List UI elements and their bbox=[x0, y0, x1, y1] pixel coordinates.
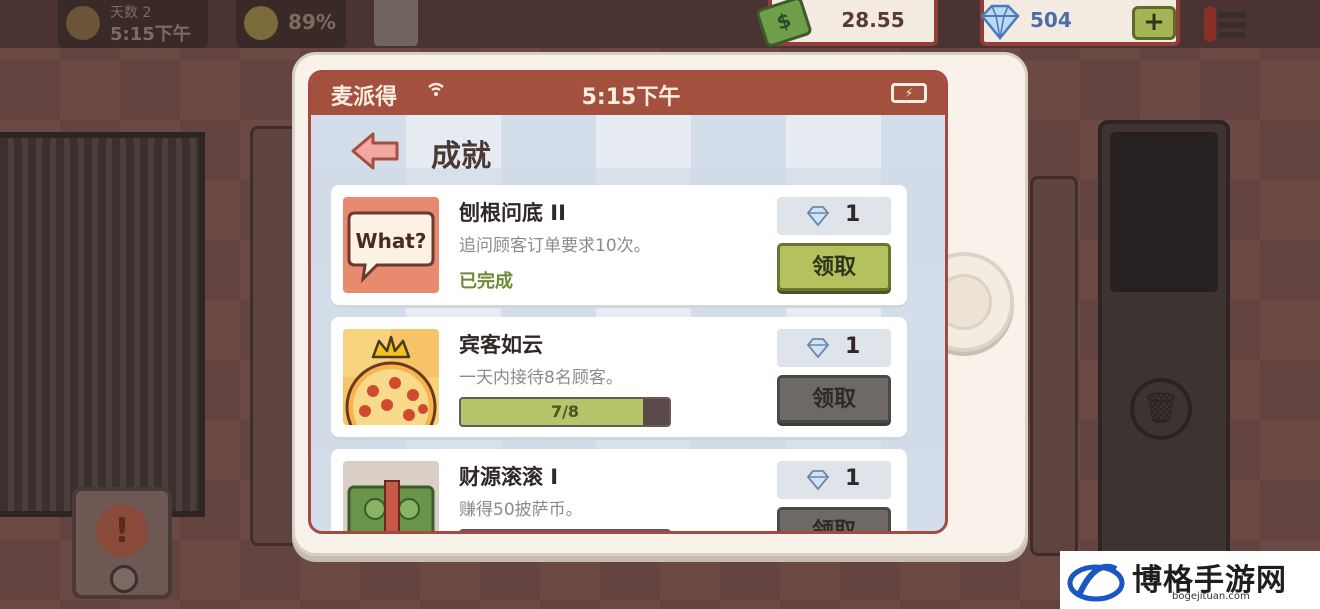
menu-icon-bar bbox=[1218, 32, 1246, 38]
achievement-progress-bar bbox=[459, 529, 671, 534]
mood-panel: 89% bbox=[236, 0, 346, 48]
oven-grill bbox=[0, 132, 205, 517]
achievement-image: What? bbox=[343, 197, 439, 293]
diamond-icon bbox=[806, 206, 830, 227]
achievement-description: 追问顾客订单要求10次。 bbox=[459, 236, 651, 256]
progress-text: 7/8 bbox=[550, 402, 580, 421]
reward-badge: 1 bbox=[777, 197, 891, 235]
back-arrow-icon bbox=[351, 132, 399, 170]
smiley-icon bbox=[244, 6, 278, 40]
day-time: 5:15下午 bbox=[110, 24, 191, 45]
claim-button[interactable]: 领取 bbox=[777, 243, 891, 291]
crowned-pizza-icon bbox=[343, 329, 439, 425]
achievement-completed-label: 已完成 bbox=[459, 271, 513, 292]
achievement-card: 财源滚滚 I 赚得50披萨币。 1 领取 bbox=[331, 449, 907, 534]
achievement-card: 宾客如云 一天内接待8名顾客。 7/8 1 领取 bbox=[331, 317, 907, 437]
money-value: 28.55 bbox=[841, 8, 905, 32]
what-text: What? bbox=[356, 229, 427, 253]
sun-icon bbox=[66, 6, 100, 40]
achievements-screen: 麦派得 5:15下午 ⚡ 成就 What? 刨根问底 II 追问顾客订单要求10… bbox=[308, 70, 948, 534]
watermark-logo-icon bbox=[1067, 563, 1125, 602]
alert-knob bbox=[110, 565, 138, 593]
achievement-title: 刨根问底 II bbox=[459, 201, 566, 225]
diamond-icon bbox=[806, 470, 830, 491]
watermark: 博格手游网 bogejituan.com bbox=[1060, 551, 1320, 609]
counter-side bbox=[1030, 176, 1078, 556]
menu-icon-bar bbox=[1218, 12, 1246, 18]
claim-button[interactable]: 领取 bbox=[777, 375, 891, 423]
status-app-name: 麦派得 bbox=[331, 85, 398, 110]
menu-button[interactable] bbox=[1204, 2, 1252, 48]
reward-value: 1 bbox=[845, 466, 861, 491]
exclamation-icon: ! bbox=[96, 505, 148, 557]
menu-icon-bar bbox=[1218, 22, 1246, 28]
achievement-title: 财源滚滚 I bbox=[459, 465, 559, 489]
battery-icon: ⚡ bbox=[891, 83, 927, 103]
diamond-icon bbox=[806, 338, 830, 359]
progress-fill bbox=[461, 531, 548, 534]
achievement-card: What? 刨根问底 II 追问顾客订单要求10次。 已完成 1 领取 bbox=[331, 185, 907, 305]
mood-value: 89% bbox=[288, 10, 336, 34]
trash-icon: 🗑 bbox=[1130, 378, 1192, 440]
reward-badge: 1 bbox=[777, 461, 891, 499]
achievement-description: 一天内接待8名顾客。 bbox=[459, 368, 623, 388]
add-gems-button[interactable]: + bbox=[1132, 6, 1176, 40]
warning-icon bbox=[1204, 6, 1216, 42]
reward-value: 1 bbox=[845, 202, 861, 227]
order-note-icon bbox=[374, 0, 418, 46]
status-time: 5:15下午 bbox=[581, 85, 681, 110]
achievement-progress-bar: 7/8 bbox=[459, 397, 671, 427]
gem-value: 504 bbox=[1030, 8, 1072, 32]
day-label: 天数 2 bbox=[110, 5, 152, 21]
achievement-title: 宾客如云 bbox=[459, 333, 543, 357]
status-bar: 麦派得 5:15下午 ⚡ bbox=[311, 73, 945, 115]
speech-bubble-icon: What? bbox=[347, 211, 435, 284]
watermark-url: bogejituan.com bbox=[1172, 591, 1250, 602]
reward-badge: 1 bbox=[777, 329, 891, 367]
achievement-description: 赚得50披萨币。 bbox=[459, 500, 583, 520]
day-panel: 天数 2 5:15下午 bbox=[58, 0, 208, 48]
money-stack-icon bbox=[347, 480, 435, 531]
reward-value: 1 bbox=[845, 334, 861, 359]
achievement-image bbox=[343, 329, 439, 425]
achievement-image bbox=[343, 461, 439, 531]
back-button[interactable] bbox=[351, 131, 401, 171]
diamond-icon bbox=[980, 4, 1020, 40]
wifi-icon bbox=[427, 81, 445, 102]
trash-station-screen bbox=[1110, 132, 1218, 292]
page-title: 成就 bbox=[431, 139, 491, 174]
claim-button[interactable]: 领取 bbox=[777, 507, 891, 531]
